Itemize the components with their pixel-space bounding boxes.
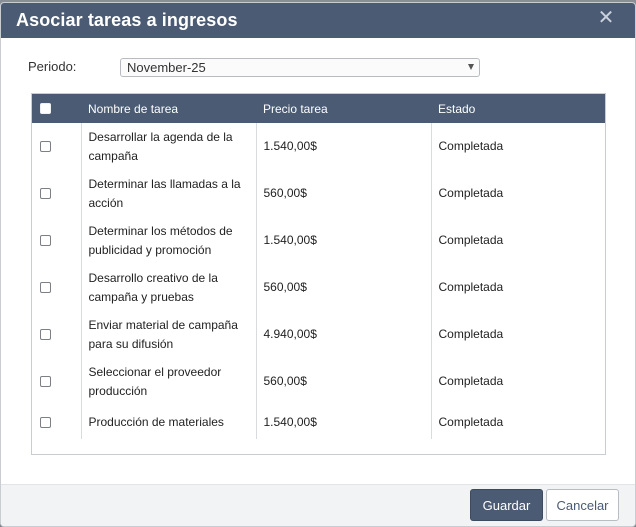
column-header-price[interactable]: Precio tarea [256, 94, 431, 123]
dialog-title: Asociar tareas a ingresos [16, 10, 238, 30]
table-row: Seleccionar el proveedor producción 560,… [32, 358, 605, 405]
table-row: Determinar las llamadas a la acción 560,… [32, 170, 605, 217]
row-checkbox[interactable] [40, 188, 51, 199]
tasks-table-container: Nombre de tarea Precio tarea Estado Desa… [31, 93, 606, 455]
task-name: Determinar las llamadas a la acción [80, 170, 256, 217]
task-name: Producción de materiales [80, 405, 256, 439]
period-select[interactable]: November-25 [120, 58, 480, 77]
save-button[interactable]: Guardar [470, 489, 543, 521]
dialog-header: Asociar tareas a ingresos ✕ [1, 3, 635, 38]
column-header-name[interactable]: Nombre de tarea [81, 94, 256, 123]
task-state: Completada [430, 358, 605, 405]
row-checkbox[interactable] [40, 141, 51, 152]
task-state: Completada [430, 217, 605, 264]
cancel-button[interactable]: Cancelar [546, 489, 619, 521]
table-row: Desarrollar la agenda de la campaña 1.54… [32, 123, 605, 170]
table-row: Desarrollo creativo de la campaña y prue… [32, 264, 605, 311]
task-price: 4.940,00$ [255, 311, 431, 358]
period-select-value: November-25 [127, 60, 206, 75]
task-price: 1.540,00$ [255, 405, 431, 439]
close-icon[interactable]: ✕ [597, 7, 615, 29]
table-row: Producción de materiales 1.540,00$ Compl… [32, 405, 605, 439]
select-all-cell [32, 94, 81, 123]
task-name: Desarrollo creativo de la campaña y prue… [80, 264, 256, 311]
tasks-table: Nombre de tarea Precio tarea Estado Desa… [32, 94, 605, 439]
task-price: 560,00$ [255, 358, 431, 405]
row-checkbox[interactable] [40, 235, 51, 246]
row-check-cell [32, 311, 81, 358]
task-price: 1.540,00$ [255, 123, 431, 170]
row-checkbox[interactable] [40, 416, 51, 428]
task-state: Completada [430, 264, 605, 311]
associate-tasks-dialog: Asociar tareas a ingresos ✕ Periodo: Nov… [0, 2, 636, 527]
row-check-cell [32, 358, 81, 405]
period-label: Periodo: [28, 59, 77, 74]
table-row: Enviar material de campaña para su difus… [32, 311, 605, 358]
task-price: 1.540,00$ [255, 217, 431, 264]
task-state: Completada [430, 405, 605, 439]
row-checkbox[interactable] [40, 282, 51, 293]
period-row: Periodo: November-25 [1, 56, 635, 80]
row-check-cell [32, 123, 81, 170]
row-checkbox[interactable] [40, 329, 51, 340]
task-state: Completada [430, 170, 605, 217]
task-price: 560,00$ [255, 264, 431, 311]
row-check-cell [32, 170, 81, 217]
task-name: Enviar material de campaña para su difus… [80, 311, 256, 358]
task-price: 560,00$ [255, 170, 431, 217]
select-all-checkbox[interactable] [40, 103, 51, 114]
task-name: Determinar los métodos de publicidad y p… [80, 217, 256, 264]
column-header-state[interactable]: Estado [431, 94, 605, 123]
table-row: Determinar los métodos de publicidad y p… [32, 217, 605, 264]
table-header-row: Nombre de tarea Precio tarea Estado [32, 94, 605, 123]
dropdown-arrow-icon [468, 64, 474, 70]
task-name: Desarrollar la agenda de la campaña [80, 123, 256, 170]
dialog-footer: Guardar Cancelar [1, 484, 635, 526]
task-name: Seleccionar el proveedor producción [80, 358, 256, 405]
task-state: Completada [430, 311, 605, 358]
row-checkbox[interactable] [40, 376, 51, 387]
task-state: Completada [430, 123, 605, 170]
row-check-cell [32, 217, 81, 264]
row-check-cell [32, 405, 81, 439]
row-check-cell [32, 264, 81, 311]
